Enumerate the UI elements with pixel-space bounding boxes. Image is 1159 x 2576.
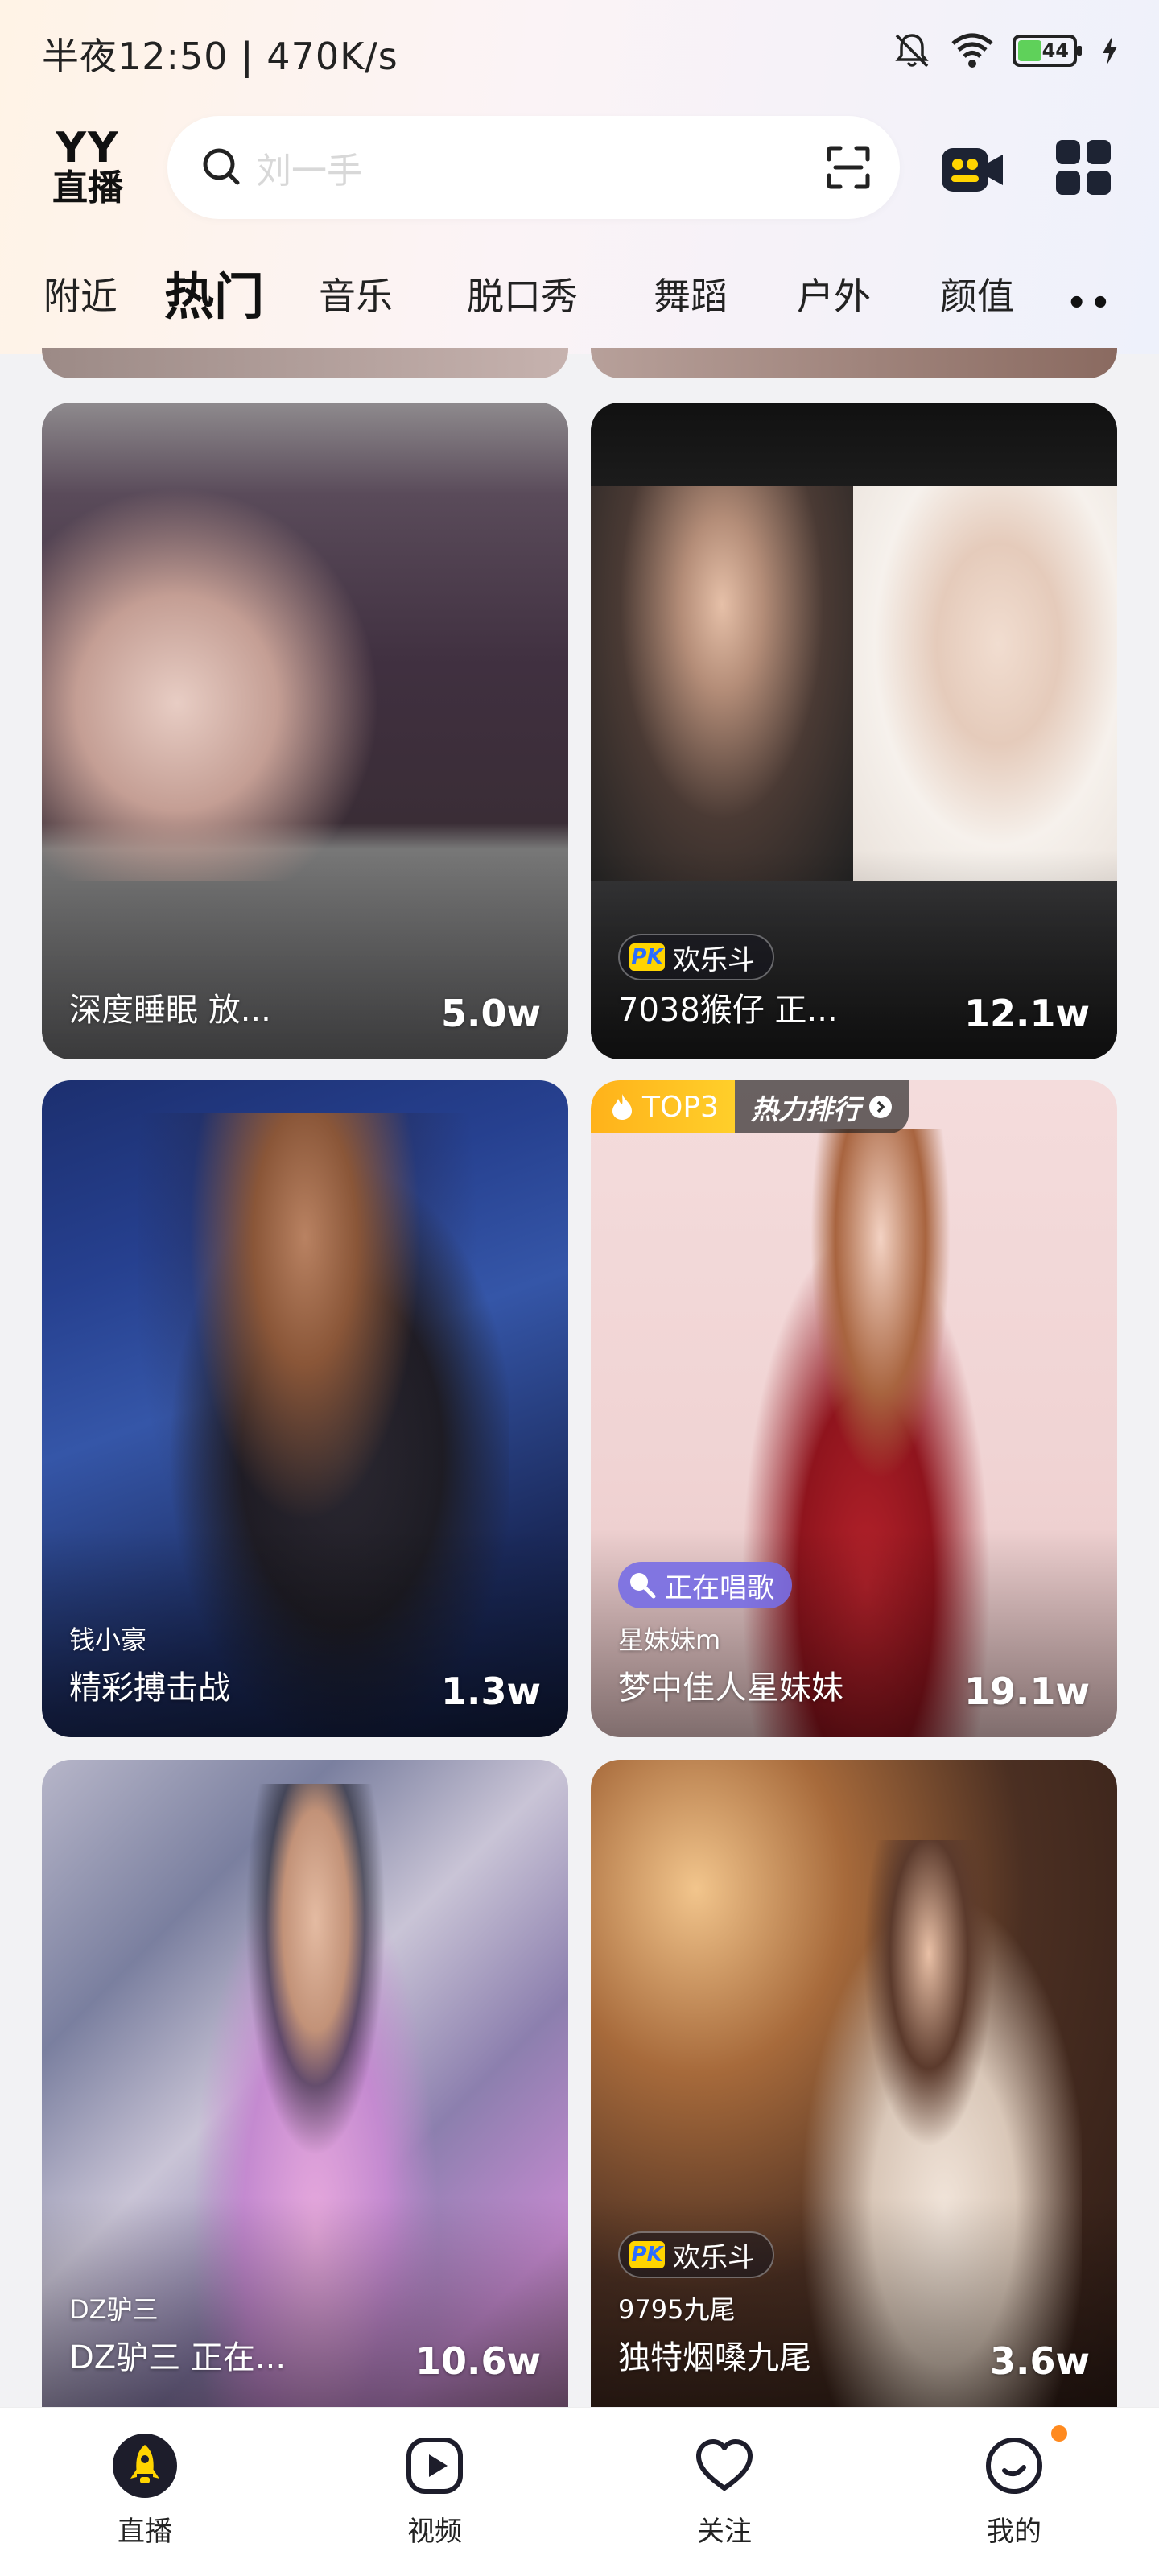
category-tabs: 附近 热门 音乐 脱口秀 舞蹈 户外 颜值 •• [0, 256, 1159, 336]
nav-me-label: 我的 [987, 2516, 1041, 2548]
tab-standup[interactable]: 脱口秀 [467, 267, 578, 320]
tab-nearby[interactable]: 附近 [43, 267, 118, 320]
card-title: 7038猴仔 正... [618, 992, 838, 1029]
search-bar[interactable]: 刘一手 [167, 116, 900, 219]
notification-dot [1051, 2425, 1067, 2442]
pk-icon: PK [629, 943, 665, 971]
flame-icon [612, 1094, 632, 1120]
viewer-count: 19.1w [964, 1670, 1090, 1713]
header: YY 直播 刘一手 [0, 105, 1159, 233]
live-card[interactable]: 深度睡眠 放... 5.0w [42, 402, 568, 1059]
tab-looks[interactable]: 颜值 [940, 267, 1014, 320]
mute-bell-icon [895, 34, 929, 68]
logo-text-top: YY [56, 124, 120, 172]
charging-bolt-icon [1103, 36, 1117, 65]
status-icons: 44 [892, 31, 1120, 71]
status-time: 半夜12:50 | 470K/s [42, 35, 398, 78]
nav-video[interactable]: 视频 [370, 2432, 499, 2549]
wifi-icon [951, 33, 993, 68]
viewer-count: 1.3w [441, 1670, 541, 1713]
viewer-count: 3.6w [990, 2339, 1090, 2383]
viewer-count: 10.6w [415, 2339, 541, 2383]
scan-icon[interactable] [824, 143, 872, 192]
heat-ranking-link: 热力排行 [734, 1080, 909, 1133]
live-card[interactable]: PK 欢乐斗 7038猴仔 正... 12.1w [591, 402, 1117, 1059]
pk-badge-pill: PK 欢乐斗 [618, 2231, 774, 2278]
live-card[interactable]: DZ驴三 DZ驴三 正在... 10.6w [42, 1760, 568, 2407]
host-name: 钱小豪 [69, 1624, 147, 1655]
more-tabs-button[interactable]: •• [1066, 285, 1114, 322]
pk-badge-label: 欢乐斗 [673, 943, 755, 976]
play-icon [406, 2438, 463, 2494]
card-title: 独特烟嗓九尾 [618, 2339, 811, 2376]
host-name: 9795九尾 [618, 2294, 736, 2325]
pk-badge-pill: PK 欢乐斗 [618, 934, 774, 980]
nav-live[interactable]: 直播 [80, 2432, 209, 2549]
card-title: 精彩搏击战 [69, 1670, 230, 1707]
battery-icon: 44 [1013, 35, 1082, 67]
card-title: DZ驴三 正在... [69, 2339, 287, 2376]
nav-video-label: 视频 [407, 2516, 462, 2548]
nav-follow[interactable]: 关注 [660, 2432, 789, 2549]
host-name: DZ驴三 [69, 2294, 159, 2325]
tab-dance[interactable]: 舞蹈 [654, 267, 728, 320]
rank-label: TOP3 [642, 1090, 719, 1124]
ranking-tag[interactable]: TOP3 热力排行 [591, 1080, 909, 1133]
rocket-icon [113, 2434, 177, 2498]
viewer-count: 12.1w [964, 992, 1090, 1035]
live-card-partial-left[interactable] [42, 348, 568, 378]
card-title: 梦中佳人星妹妹 [618, 1670, 843, 1707]
search-placeholder: 刘一手 [256, 151, 362, 192]
tab-outdoor[interactable]: 户外 [797, 267, 871, 320]
card-title: 深度睡眠 放... [69, 992, 271, 1029]
chevron-right-icon [868, 1096, 892, 1118]
microphone-icon [630, 1573, 656, 1599]
heart-icon [696, 2439, 753, 2491]
live-card-partial-right[interactable] [591, 348, 1117, 378]
singing-badge-pill: 正在唱歌 [618, 1562, 792, 1608]
nav-follow-label: 关注 [697, 2516, 752, 2548]
search-icon [203, 148, 240, 185]
heat-ranking-label: 热力排行 [750, 1093, 860, 1126]
tab-music[interactable]: 音乐 [319, 267, 393, 320]
pk-icon: PK [629, 2241, 665, 2268]
rank-number: TOP3 [591, 1080, 735, 1133]
nav-me[interactable]: 我的 [950, 2432, 1079, 2549]
nav-live-label: 直播 [118, 2516, 172, 2548]
viewer-count: 5.0w [441, 992, 541, 1035]
stream-left-thumbnail [591, 486, 853, 881]
pk-badge-label: 欢乐斗 [673, 2241, 755, 2274]
card-thumbnail-detail [42, 486, 380, 881]
stream-right-thumbnail [853, 486, 1117, 881]
app-logo[interactable]: YY 直播 [43, 127, 132, 208]
live-card[interactable]: TOP3 热力排行 正在唱歌 星妹妹m 梦中佳人星妹妹 19.1w [591, 1080, 1117, 1737]
category-grid-icon[interactable] [1054, 138, 1112, 196]
live-card[interactable]: 钱小豪 精彩搏击战 1.3w [42, 1080, 568, 1737]
singing-badge-label: 正在唱歌 [665, 1571, 774, 1604]
host-name: 星妹妹m [618, 1624, 721, 1655]
logo-text-bottom: 直播 [52, 167, 123, 208]
status-bar: 半夜12:50 | 470K/s 44 [0, 0, 1159, 105]
start-live-camera-icon[interactable] [938, 137, 1006, 201]
profile-icon [986, 2438, 1042, 2494]
tab-hot[interactable]: 热门 [164, 256, 264, 328]
live-card[interactable]: PK 欢乐斗 9795九尾 独特烟嗓九尾 3.6w [591, 1760, 1117, 2407]
bottom-navigation: 直播 视频 关注 我的 [0, 2407, 1159, 2576]
battery-level: 44 [1041, 39, 1069, 62]
